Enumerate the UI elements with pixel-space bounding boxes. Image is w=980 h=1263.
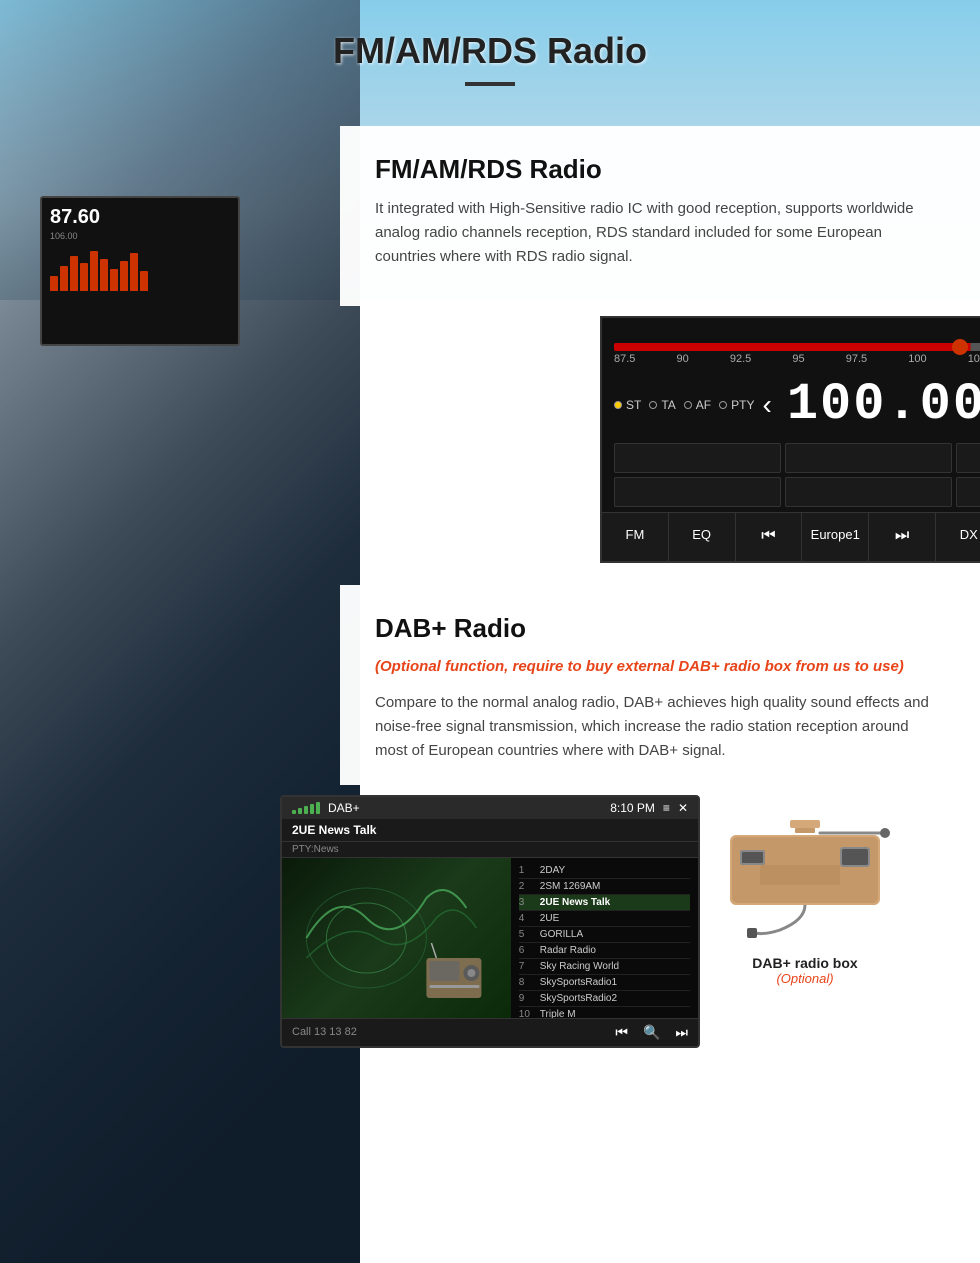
dab-bottom-controls: ⏮ 🔍 ⏭ <box>615 1024 688 1041</box>
preset-4[interactable] <box>614 477 781 507</box>
dab-ctrl-search[interactable]: 🔍 <box>643 1024 660 1041</box>
dab-box-label-container: DAB+ radio box (Optional) <box>752 955 857 986</box>
dab-optional-note: (Optional function, require to buy exter… <box>375 656 945 679</box>
mode-st[interactable]: ST <box>614 398 641 412</box>
freq-prev-arrow[interactable]: ‹ <box>762 389 771 421</box>
ctrl-fm[interactable]: FM <box>602 513 669 561</box>
fmam-section-desc: It integrated with High-Sensitive radio … <box>375 197 945 269</box>
channel-5[interactable]: 5 GORILLA <box>519 927 690 943</box>
dab-screen-row: DAB+ 8:10 PM ≡ ✕ 2UE News Talk PTY:News <box>280 795 980 1078</box>
dab-topbar: DAB+ 8:10 PM ≡ ✕ <box>282 797 698 819</box>
ctrl-europe1[interactable]: Europe1 <box>802 513 869 561</box>
dab-topbar-right: 8:10 PM ≡ ✕ <box>610 801 688 815</box>
mode-ta[interactable]: TA <box>649 398 675 412</box>
preset-1[interactable] <box>614 443 781 473</box>
dab-ctrl-prev[interactable]: ⏮ <box>615 1024 628 1041</box>
dab-screen: DAB+ 8:10 PM ≡ ✕ 2UE News Talk PTY:News <box>280 795 700 1048</box>
channel-3[interactable]: 3 2UE News Talk <box>519 895 690 911</box>
channel-8[interactable]: 8 SkySportsRadio1 <box>519 975 690 991</box>
mode-af[interactable]: AF <box>684 398 711 412</box>
radio-screen-spacer <box>0 311 300 573</box>
mode-dot-ta <box>649 401 657 409</box>
preset-6[interactable] <box>956 477 980 507</box>
mode-dot-st <box>614 401 622 409</box>
dab-main-area: 1 2DAY 2 2SM 1269AM 3 2UE News Talk 4 <box>282 858 698 1018</box>
mode-row: ST TA AF PTY <box>602 371 980 438</box>
freq-thumb[interactable] <box>952 339 968 355</box>
dab-box-container: DAB+ radio box (Optional) <box>720 795 890 986</box>
signal-bar-3 <box>304 806 308 814</box>
dab-box-label: DAB+ radio box <box>752 955 857 971</box>
page-header: FM/AM/RDS Radio <box>0 0 980 116</box>
thumb-frequency: 87.60 <box>50 206 230 229</box>
freq-display-center: ‹ 100.00 MHz › <box>762 375 980 434</box>
dab-bottom-bar: Call 13 13 82 ⏮ 🔍 ⏭ <box>282 1018 698 1046</box>
fmam-section-title: FM/AM/RDS Radio <box>375 154 945 185</box>
ctrl-next[interactable]: ⏭ <box>869 513 936 561</box>
channel-10[interactable]: 10 Triple M <box>519 1007 690 1018</box>
preset-5[interactable] <box>785 477 952 507</box>
mode-dot-af <box>684 401 692 409</box>
ctrl-prev[interactable]: ⏮ <box>736 513 803 561</box>
dab-topbar-left: DAB+ <box>292 801 360 815</box>
ctrl-eq[interactable]: EQ <box>669 513 736 561</box>
dab-close-icon[interactable]: ✕ <box>678 801 688 815</box>
dab-box-optional: (Optional) <box>752 971 857 986</box>
dab-label: DAB+ <box>328 801 360 815</box>
dab-ctrl-next[interactable]: ⏭ <box>675 1024 688 1041</box>
dab-wave-svg <box>282 858 511 1018</box>
radio-thumbnail: 87.60 106.00 <box>40 196 240 346</box>
dab-section-desc: Compare to the normal analog radio, DAB+… <box>375 691 945 763</box>
dab-text-panel: DAB+ Radio (Optional function, require t… <box>340 585 980 785</box>
channel-9[interactable]: 9 SkySportsRadio2 <box>519 991 690 1007</box>
channel-7[interactable]: 7 Sky Racing World <box>519 959 690 975</box>
radio-screen-row: 🔊 30 87.5 90 92.5 95 97.5 100 1 <box>0 311 980 573</box>
dab-box-svg <box>720 815 890 945</box>
freq-labels: 87.5 90 92.5 95 97.5 100 102.5 105 107.5 <box>614 351 980 367</box>
signal-bar-5 <box>316 802 320 814</box>
freq-slider-container[interactable]: 87.5 90 92.5 95 97.5 100 102.5 105 107.5 <box>602 341 980 371</box>
freq-number: 100.00 <box>787 375 980 434</box>
signal-bar-1 <box>292 810 296 814</box>
fmam-text-panel: FM/AM/RDS Radio It integrated with High-… <box>340 126 980 306</box>
radio-screen: 🔊 30 87.5 90 92.5 95 97.5 100 1 <box>600 316 980 563</box>
dab-channel-list: 1 2DAY 2 2SM 1269AM 3 2UE News Talk 4 <box>511 858 698 1018</box>
page-title: FM/AM/RDS Radio <box>20 30 960 72</box>
channel-1[interactable]: 1 2DAY <box>519 863 690 879</box>
section-dab-container: DAB+ Radio (Optional function, require t… <box>0 585 980 785</box>
thumb-sub-freq: 106.00 <box>50 231 230 241</box>
ctrl-dx[interactable]: DX <box>936 513 980 561</box>
dab-side-spacer <box>0 585 340 785</box>
dab-signal-bars <box>292 802 320 814</box>
header-divider <box>465 82 515 86</box>
channel-2[interactable]: 2 2SM 1269AM <box>519 879 690 895</box>
thumb-visualizer <box>50 251 230 291</box>
preset-area <box>602 438 980 512</box>
channel-4[interactable]: 4 2UE <box>519 911 690 927</box>
bottom-controls: FM EQ ⏮ Europe1 ⏭ DX <box>602 512 980 561</box>
mode-dot-pty <box>719 401 727 409</box>
dab-station-name: 2UE News Talk <box>282 819 698 842</box>
channel-6[interactable]: 6 Radar Radio <box>519 943 690 959</box>
signal-bar-2 <box>298 808 302 814</box>
dab-pty: PTY:News <box>282 842 698 858</box>
dab-section-title: DAB+ Radio <box>375 613 945 644</box>
volume-row: 🔊 30 <box>602 318 980 341</box>
dab-visualizer-area <box>282 858 511 1018</box>
signal-bar-4 <box>310 804 314 814</box>
preset-2[interactable] <box>785 443 952 473</box>
mode-pty[interactable]: PTY <box>719 398 754 412</box>
preset-3[interactable] <box>956 443 980 473</box>
freq-track[interactable] <box>614 343 980 351</box>
dab-time: 8:10 PM <box>610 801 655 815</box>
dab-call-label: Call 13 13 82 <box>292 1026 357 1038</box>
dab-menu-icon: ≡ <box>663 801 670 815</box>
